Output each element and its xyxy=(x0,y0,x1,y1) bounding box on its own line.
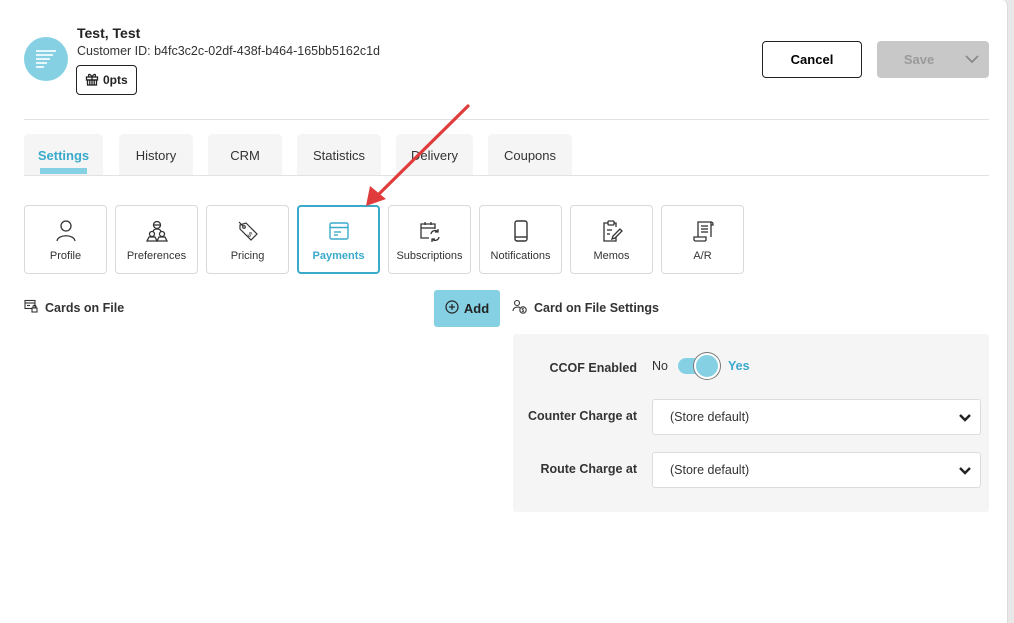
tab-label: Coupons xyxy=(503,147,557,163)
tab-label: Delivery xyxy=(411,147,458,163)
subtab-preferences[interactable]: Preferences xyxy=(115,205,198,274)
customer-avatar xyxy=(24,37,68,81)
subtab-notifications[interactable]: Notifications xyxy=(479,205,562,274)
ccof-enabled-toggle[interactable] xyxy=(677,353,720,379)
save-button[interactable]: Save xyxy=(877,41,989,78)
header-divider xyxy=(24,119,989,120)
receipt-scroll-icon xyxy=(692,218,714,244)
chevron-down-icon xyxy=(958,465,972,479)
ccof-enabled-toggle-group: No Yes xyxy=(652,353,750,379)
loyalty-points-value: 0pts xyxy=(103,73,128,87)
chevron-down-icon[interactable] xyxy=(955,55,989,64)
tab-history[interactable]: History xyxy=(119,134,193,176)
subtab-label: Preferences xyxy=(126,250,187,262)
tab-label: CRM xyxy=(230,147,260,163)
group-icon xyxy=(145,218,169,244)
ccof-enabled-label: CCOF Enabled xyxy=(549,361,637,375)
subtab-label: Profile xyxy=(49,250,82,262)
toggle-knob xyxy=(693,353,720,379)
cof-settings-heading: $ Card on File Settings xyxy=(512,299,659,317)
payment-card-icon xyxy=(328,218,350,244)
cancel-button[interactable]: Cancel xyxy=(762,41,862,78)
loyalty-points-badge[interactable]: 0pts xyxy=(76,65,137,95)
subtab-profile[interactable]: Profile xyxy=(24,205,107,274)
toggle-off-label: No xyxy=(652,359,668,373)
gift-icon xyxy=(85,72,99,89)
subtab-payments[interactable]: Payments xyxy=(297,205,380,274)
add-card-label: Add xyxy=(463,301,490,316)
subtab-ar[interactable]: A/R xyxy=(661,205,744,274)
tab-crm[interactable]: CRM xyxy=(208,134,282,176)
customer-panel: Test, Test Customer ID: b4fc3c2c-02df-43… xyxy=(0,0,1008,623)
main-tabs: Settings History CRM Statistics Delivery… xyxy=(24,134,572,176)
tab-statistics[interactable]: Statistics xyxy=(297,134,381,176)
svg-text:$: $ xyxy=(522,308,525,314)
tabs-divider xyxy=(24,175,989,176)
tab-label: History xyxy=(135,147,177,163)
subtab-label: A/R xyxy=(693,250,712,262)
chevron-down-icon xyxy=(958,412,972,426)
subtab-pricing[interactable]: $ Pricing xyxy=(206,205,289,274)
tab-settings[interactable]: Settings xyxy=(24,134,103,176)
subtab-label: Pricing xyxy=(230,250,265,262)
subtab-memos[interactable]: Memos xyxy=(570,205,653,274)
route-charge-select[interactable]: (Store default) xyxy=(652,452,981,488)
cof-settings-panel: CCOF Enabled No Yes Counter Charge at (S… xyxy=(513,334,989,512)
customer-name: Test, Test xyxy=(77,25,141,41)
subtab-label: Memos xyxy=(593,250,630,262)
subtab-label: Notifications xyxy=(490,250,551,262)
phone-icon xyxy=(512,218,530,244)
avatar-logo-icon xyxy=(36,50,56,70)
settings-subtabs: Profile Preferences $ Pricing Payments S… xyxy=(24,205,744,274)
save-button-label: Save xyxy=(903,52,935,67)
cof-settings-title: Card on File Settings xyxy=(534,301,660,315)
route-charge-value: (Store default) xyxy=(670,463,750,477)
subtab-label: Subscriptions xyxy=(396,250,463,262)
tab-coupons[interactable]: Coupons xyxy=(488,134,572,176)
counter-charge-value: (Store default) xyxy=(670,410,750,424)
tab-delivery[interactable]: Delivery xyxy=(396,134,473,176)
card-lock-icon xyxy=(24,299,38,316)
person-dollar-icon: $ xyxy=(512,299,527,317)
tab-label: Settings xyxy=(37,147,90,163)
plus-circle-icon xyxy=(445,300,459,317)
calendar-refresh-icon xyxy=(418,218,442,244)
subtab-label: Payments xyxy=(312,250,365,262)
clipboard-edit-icon xyxy=(600,218,624,244)
cards-on-file-heading: Cards on File xyxy=(24,299,124,316)
price-tag-icon: $ xyxy=(236,218,260,244)
person-icon xyxy=(55,218,77,244)
add-card-button[interactable]: Add xyxy=(434,290,500,327)
subtab-subscriptions[interactable]: Subscriptions xyxy=(388,205,471,274)
tab-label: Statistics xyxy=(312,147,365,163)
counter-charge-label: Counter Charge at xyxy=(527,409,637,423)
toggle-on-label: Yes xyxy=(727,359,750,373)
customer-id: Customer ID: b4fc3c2c-02df-438f-b464-165… xyxy=(77,44,380,58)
route-charge-label: Route Charge at xyxy=(540,462,637,476)
cards-on-file-title: Cards on File xyxy=(45,300,125,315)
counter-charge-select[interactable]: (Store default) xyxy=(652,399,981,435)
